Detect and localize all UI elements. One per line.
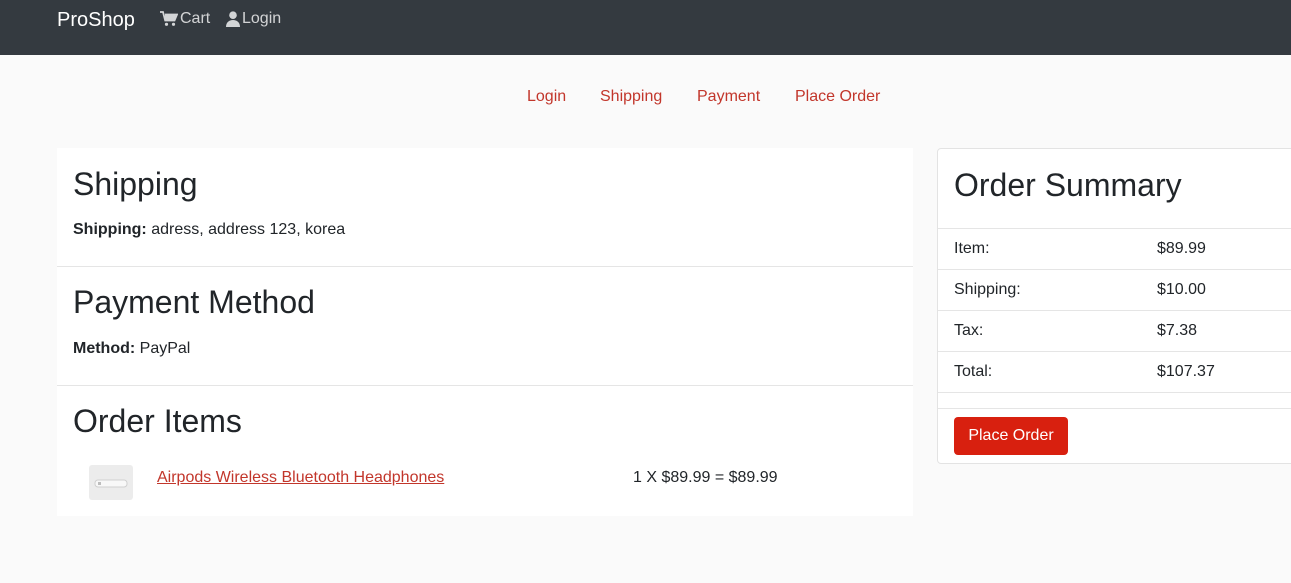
order-items-heading: Order Items bbox=[73, 403, 242, 439]
shipping-heading: Shipping bbox=[73, 166, 198, 202]
step-payment[interactable]: Payment bbox=[697, 87, 760, 107]
product-thumbnail[interactable] bbox=[89, 465, 133, 500]
summary-row-shipping: Shipping: $10.00 bbox=[938, 269, 1291, 310]
shipping-address-line: Shipping: adress, address 123, korea bbox=[73, 220, 345, 240]
order-summary-heading: Order Summary bbox=[954, 167, 1182, 203]
payment-method-value: PayPal bbox=[139, 340, 191, 357]
summary-row-total: Total: $107.37 bbox=[938, 351, 1291, 392]
user-icon bbox=[226, 11, 240, 27]
payment-section: Payment Method Method: PayPal bbox=[57, 267, 913, 385]
step-login[interactable]: Login bbox=[527, 87, 566, 107]
summary-row-value: $7.38 bbox=[1157, 322, 1198, 339]
payment-method-label: Method: bbox=[73, 340, 136, 357]
order-summary-card: Order Summary Item: $89.99 Shipping: $10… bbox=[937, 148, 1291, 464]
step-shipping[interactable]: Shipping bbox=[600, 87, 662, 107]
summary-row-label: Item: bbox=[954, 240, 990, 257]
summary-row-item: Item: $89.99 bbox=[938, 228, 1291, 269]
summary-row-tax: Tax: $7.38 bbox=[938, 310, 1291, 351]
summary-row-value: $107.37 bbox=[1157, 363, 1215, 380]
summary-row-label: Total: bbox=[954, 363, 993, 380]
order-item-price: 1 X $89.99 = $89.99 bbox=[633, 469, 778, 486]
airpods-image-icon bbox=[94, 479, 128, 487]
payment-heading: Payment Method bbox=[73, 284, 315, 320]
top-navbar: ProShop Cart Login bbox=[0, 0, 1291, 55]
summary-row-label: Shipping: bbox=[954, 281, 1021, 298]
order-details-card: Shipping Shipping: adress, address 123, … bbox=[57, 148, 913, 516]
step-place-order[interactable]: Place Order bbox=[795, 87, 880, 107]
checkout-steps: Login Shipping Payment Place Order bbox=[0, 87, 1291, 109]
nav-login-link[interactable]: Login bbox=[226, 9, 281, 29]
shipping-section: Shipping Shipping: adress, address 123, … bbox=[57, 148, 913, 266]
order-item-link[interactable]: Airpods Wireless Bluetooth Headphones bbox=[157, 468, 444, 488]
payment-method-line: Method: PayPal bbox=[73, 339, 190, 359]
summary-row-value: $10.00 bbox=[1157, 281, 1206, 298]
summary-row-label: Tax: bbox=[954, 322, 984, 339]
shipping-address-value: adress, address 123, korea bbox=[151, 221, 346, 238]
summary-divider bbox=[938, 408, 1291, 409]
nav-login-label: Login bbox=[242, 10, 282, 27]
cart-icon bbox=[160, 11, 178, 26]
nav-cart-label: Cart bbox=[180, 10, 211, 27]
shipping-address-label: Shipping: bbox=[73, 221, 147, 238]
summary-row-value: $89.99 bbox=[1157, 240, 1206, 257]
nav-cart-link[interactable]: Cart bbox=[160, 9, 210, 29]
summary-row-empty bbox=[938, 392, 1291, 409]
order-items-section: Order Items bbox=[57, 386, 913, 516]
brand-logo[interactable]: ProShop bbox=[57, 8, 135, 32]
place-order-button[interactable]: Place Order bbox=[954, 417, 1068, 455]
